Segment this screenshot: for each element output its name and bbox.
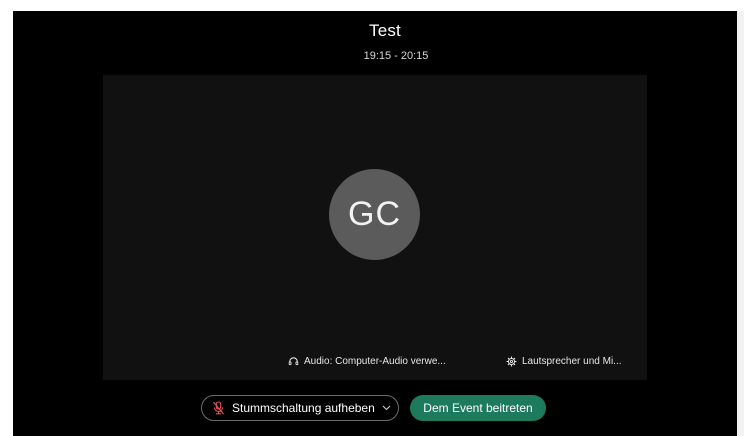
meeting-title: Test — [369, 21, 401, 40]
join-event-button[interactable]: Dem Event beitreten — [410, 395, 546, 421]
unmute-button[interactable]: Stummschaltung aufheben — [201, 395, 399, 421]
audio-option[interactable]: Audio: Computer-Audio verwe... — [288, 353, 446, 369]
gear-icon — [506, 356, 517, 366]
window-edge — [737, 11, 744, 436]
meeting-preview-window: Test 19:15 - 20:15 GC Audio: Computer-Au… — [13, 11, 737, 436]
mic-off-icon — [212, 401, 225, 415]
speaker-option-label: Lautsprecher und Mi... — [522, 355, 622, 367]
meeting-controls: Stummschaltung aufheben Dem Event beitre… — [13, 395, 737, 423]
headset-icon — [288, 356, 299, 365]
audio-option-label: Audio: Computer-Audio verwe... — [304, 355, 446, 367]
meeting-time: 19:15 - 20:15 — [363, 50, 429, 62]
chevron-down-icon[interactable] — [379, 401, 393, 415]
video-preview: GC Audio: Computer-Audio verwe... Lautsp… — [103, 75, 647, 380]
speaker-option[interactable]: Lautsprecher und Mi... — [506, 353, 622, 369]
unmute-button-label: Stummschaltung aufheben — [232, 401, 375, 415]
avatar: GC — [329, 169, 420, 260]
